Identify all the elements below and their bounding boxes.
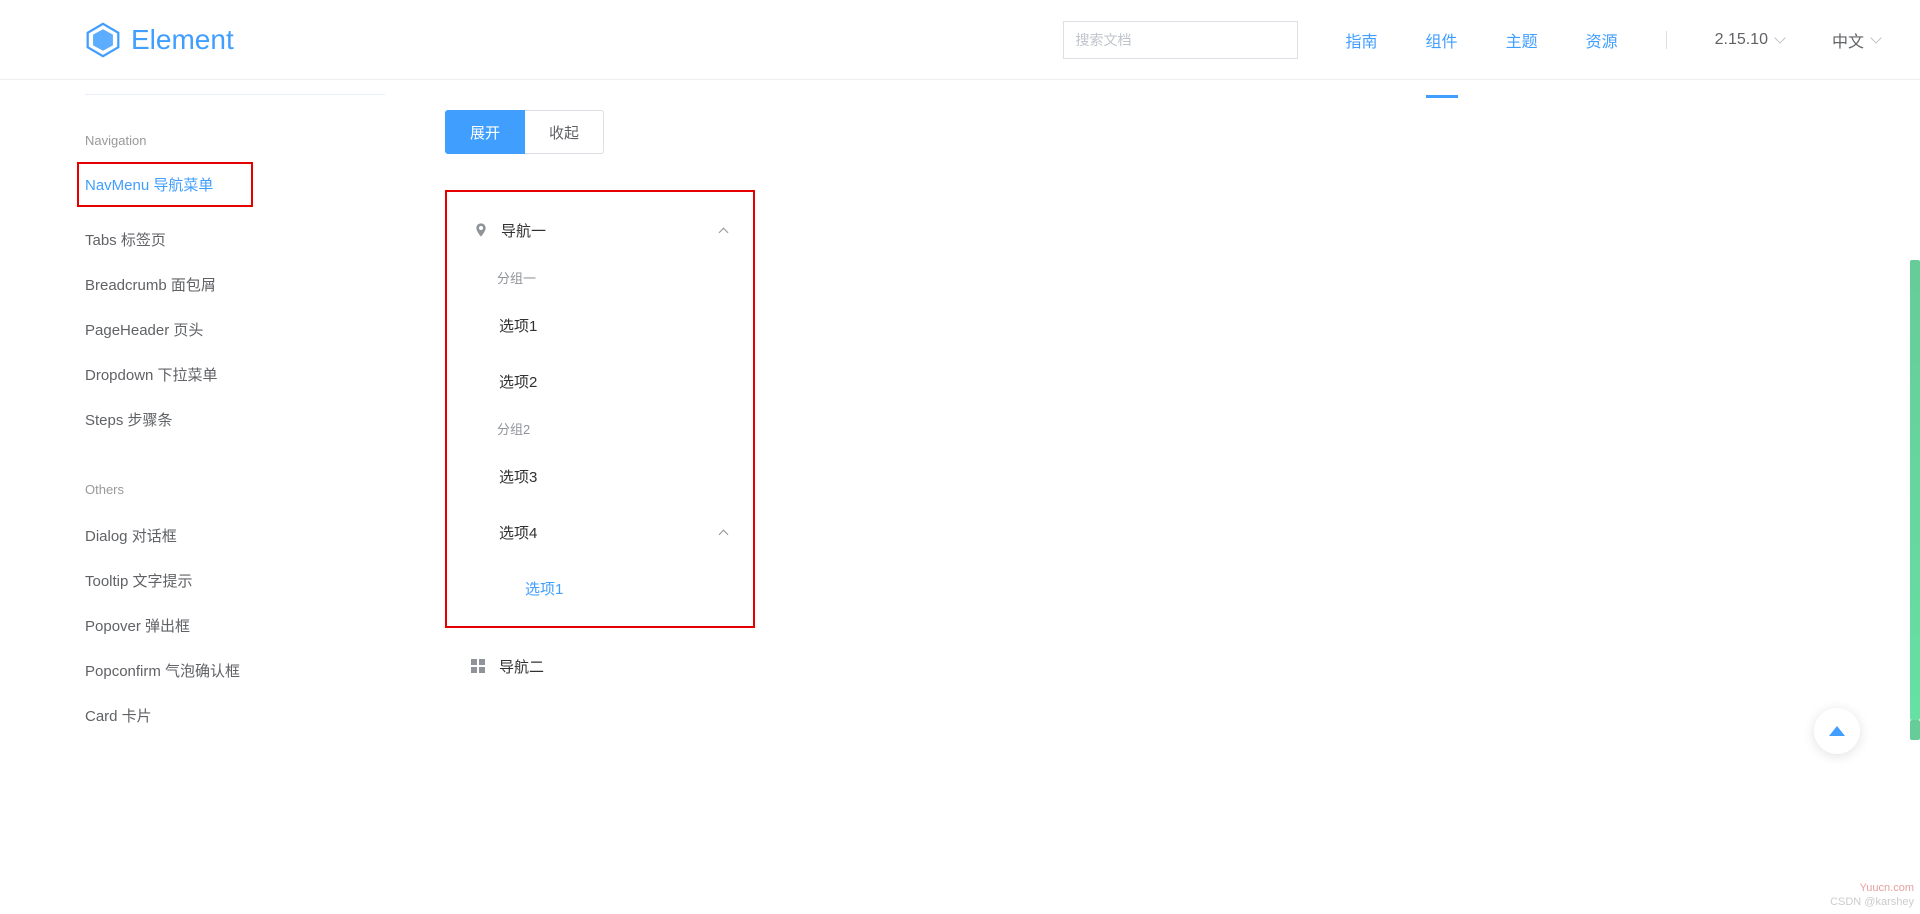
collapse-button[interactable]: 收起 bbox=[525, 110, 604, 154]
chevron-down-icon bbox=[1774, 32, 1785, 43]
menu-opt1[interactable]: 选项1 bbox=[453, 297, 747, 353]
sidebar-item-popover[interactable]: Popover 弹出框 bbox=[85, 603, 365, 648]
watermark: Yuucn.com bbox=[1860, 882, 1914, 894]
sidebar-item-dialog[interactable]: Dialog 对话框 bbox=[85, 513, 365, 558]
sidebar-group-navigation: Navigation bbox=[85, 133, 365, 148]
header: Element 指南 组件 主题 资源 2.15.10 中文 bbox=[0, 0, 1920, 80]
demo-menu-box: 导航一 分组一 选项1 选项2 分组2 选项3 选项4 选项1 bbox=[445, 190, 755, 628]
menu-nav1-label: 导航一 bbox=[501, 220, 546, 241]
divider bbox=[1666, 31, 1667, 49]
language-dropdown[interactable]: 中文 bbox=[1832, 28, 1880, 52]
version-dropdown[interactable]: 2.15.10 bbox=[1715, 31, 1784, 49]
logo[interactable]: Element bbox=[85, 22, 234, 58]
version-label: 2.15.10 bbox=[1715, 31, 1768, 49]
chevron-up-icon bbox=[719, 529, 729, 539]
scrollbar[interactable] bbox=[1910, 720, 1920, 740]
content: 展开 收起 导航一 分组一 选项1 选项2 分组2 选项3 选项4 选项1 导航… bbox=[385, 94, 1835, 738]
chevron-up-icon bbox=[719, 227, 729, 237]
sidebar-item-card[interactable]: Card 卡片 bbox=[85, 693, 365, 738]
menu-grid-icon bbox=[471, 659, 485, 673]
menu-nav1[interactable]: 导航一 bbox=[453, 202, 747, 258]
menu-group1: 分组一 bbox=[453, 258, 747, 297]
nav-links: 指南 组件 主题 资源 bbox=[1346, 0, 1618, 80]
back-to-top-button[interactable] bbox=[1814, 708, 1860, 754]
menu-nav2-label: 导航二 bbox=[499, 656, 544, 677]
sidebar-item-navmenu[interactable]: NavMenu 导航菜单 bbox=[79, 164, 251, 205]
watermark: CSDN @karshey bbox=[1830, 896, 1914, 908]
scrollbar[interactable] bbox=[1910, 260, 1920, 720]
chevron-down-icon bbox=[1870, 32, 1881, 43]
sidebar-item-tabs[interactable]: Tabs 标签页 bbox=[85, 217, 365, 262]
menu-opt4-label: 选项4 bbox=[499, 522, 537, 543]
button-row: 展开 收起 bbox=[445, 110, 1835, 154]
sidebar-item-pageheader[interactable]: PageHeader 页头 bbox=[85, 307, 365, 352]
arrow-up-icon bbox=[1829, 726, 1845, 736]
menu-opt4[interactable]: 选项4 bbox=[453, 504, 747, 560]
location-icon bbox=[473, 222, 489, 238]
page-body: Navigation NavMenu 导航菜单 Tabs 标签页 Breadcr… bbox=[0, 80, 1920, 738]
sidebar-item-tooltip[interactable]: Tooltip 文字提示 bbox=[85, 558, 365, 603]
sidebar: Navigation NavMenu 导航菜单 Tabs 标签页 Breadcr… bbox=[85, 94, 385, 738]
nav-guide[interactable]: 指南 bbox=[1346, 0, 1378, 80]
menu-opt4-sub1[interactable]: 选项1 bbox=[453, 560, 747, 616]
menu-nav2[interactable]: 导航二 bbox=[445, 638, 755, 694]
element-logo-icon bbox=[85, 22, 121, 58]
menu-opt3[interactable]: 选项3 bbox=[453, 448, 747, 504]
search-input[interactable] bbox=[1063, 21, 1298, 59]
sidebar-item-popconfirm[interactable]: Popconfirm 气泡确认框 bbox=[85, 648, 365, 693]
sidebar-group-others: Others bbox=[85, 482, 365, 497]
sidebar-item-steps[interactable]: Steps 步骤条 bbox=[85, 397, 365, 442]
nav-resource[interactable]: 资源 bbox=[1586, 0, 1618, 80]
menu-group2: 分组2 bbox=[453, 409, 747, 448]
sidebar-item-breadcrumb[interactable]: Breadcrumb 面包屑 bbox=[85, 262, 365, 307]
language-label: 中文 bbox=[1832, 28, 1864, 52]
nav-right: 指南 组件 主题 资源 2.15.10 中文 bbox=[1063, 0, 1880, 80]
logo-text: Element bbox=[131, 24, 234, 56]
expand-button[interactable]: 展开 bbox=[445, 110, 525, 154]
nav-component[interactable]: 组件 bbox=[1426, 0, 1458, 80]
sidebar-item-dropdown[interactable]: Dropdown 下拉菜单 bbox=[85, 352, 365, 397]
nav-theme[interactable]: 主题 bbox=[1506, 0, 1538, 80]
menu-opt2[interactable]: 选项2 bbox=[453, 353, 747, 409]
